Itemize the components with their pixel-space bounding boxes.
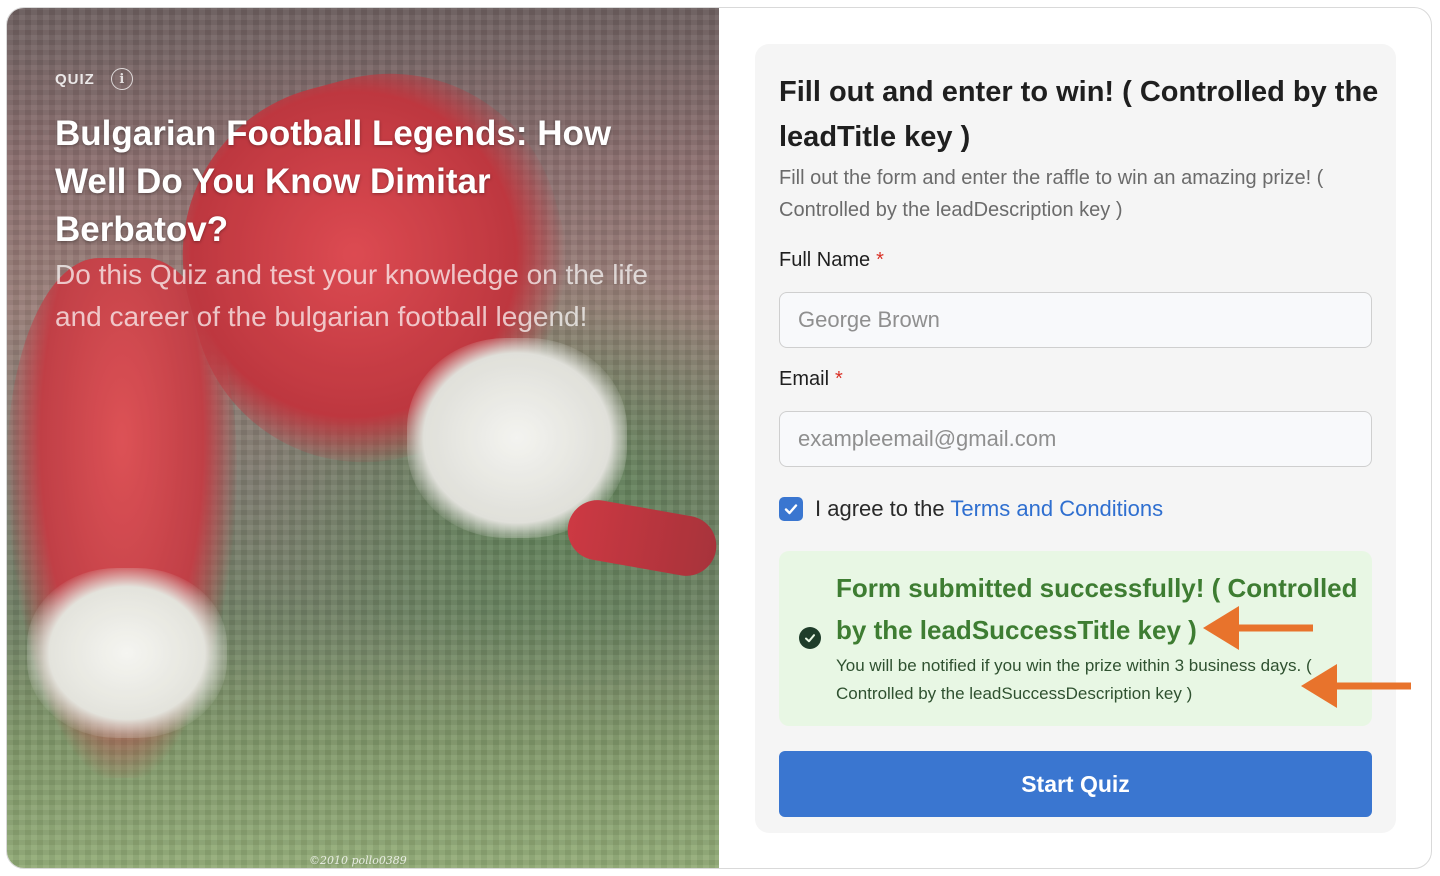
info-icon[interactable]: i (110, 68, 133, 90)
quiz-card: QUIZ i Bulgarian Football Legends: How W… (6, 7, 1432, 869)
terms-link[interactable]: Terms and Conditions (950, 496, 1163, 521)
quiz-description: Do this Quiz and test your knowledge on … (55, 259, 649, 332)
lead-title: Fill out and enter to win! ( Controlled … (779, 76, 1379, 153)
email-label: Email * (779, 368, 843, 391)
hero-image-panel: QUIZ i Bulgarian Football Legends: How W… (7, 8, 719, 868)
lead-form-panel: Fill out and enter to win! ( Controlled … (755, 44, 1396, 833)
lead-description: Fill out the form and enter the raffle t… (779, 167, 1324, 221)
quiz-title: Bulgarian Football Legends: How Well Do … (55, 114, 612, 249)
terms-text: I agree to the (815, 496, 945, 521)
annotation-arrow-icon (1203, 606, 1313, 650)
success-description: You will be notified if you win the priz… (836, 656, 1312, 703)
full-name-label: Full Name * (779, 249, 884, 272)
required-mark: * (876, 249, 884, 271)
quiz-label-row: QUIZ i (55, 68, 133, 90)
start-quiz-button[interactable]: Start Quiz (779, 751, 1372, 817)
photo-credit: ©2010 pollo0389 (309, 854, 407, 867)
full-name-input[interactable] (779, 292, 1372, 348)
terms-agreement-row: I agree to the Terms and Conditions (779, 496, 1163, 522)
checkmark-icon (784, 504, 798, 515)
check-circle-icon (799, 627, 821, 649)
quiz-label: QUIZ (55, 70, 95, 88)
terms-checkbox[interactable] (779, 497, 803, 521)
full-name-label-text: Full Name (779, 249, 871, 271)
required-mark: * (835, 368, 843, 390)
annotation-arrow-icon (1301, 664, 1411, 708)
email-label-text: Email (779, 368, 830, 390)
email-input[interactable] (779, 411, 1372, 467)
